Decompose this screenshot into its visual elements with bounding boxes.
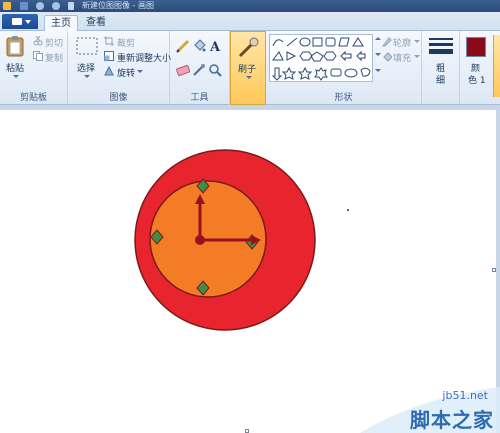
clipboard-group-label: 剪贴板 [19, 93, 47, 103]
site-watermark: jb51.net 脚本之家 [360, 387, 500, 433]
copy-button[interactable]: 复制 [45, 51, 63, 64]
shapes-group-label: 形状 [334, 93, 353, 103]
rotate-dropdown-icon[interactable] [137, 70, 143, 73]
paint-app-icon[interactable] [3, 2, 11, 10]
paint-menu-button[interactable] [2, 14, 38, 29]
resize-handle-right[interactable] [492, 268, 496, 272]
cut-icon[interactable] [33, 36, 43, 46]
tab-home[interactable]: 主页 [44, 15, 78, 31]
shapes-gallery[interactable] [269, 34, 373, 82]
copy-icon[interactable] [33, 51, 43, 61]
outline-icon[interactable] [382, 37, 392, 47]
color-picker-icon[interactable] [192, 63, 206, 77]
brush-icon[interactable] [236, 36, 260, 60]
save-icon[interactable] [20, 2, 28, 10]
resize-handle-bottom[interactable] [245, 429, 249, 433]
drawing-canvas[interactable] [0, 110, 496, 433]
fill-dropdown-icon[interactable] [414, 55, 420, 58]
paste-icon[interactable] [6, 35, 24, 57]
chevron-down-icon [25, 20, 31, 24]
fill-button[interactable]: 填充 [393, 51, 411, 64]
fill-bucket-icon[interactable] [192, 39, 206, 53]
select-label[interactable]: 选择 [77, 61, 95, 74]
cut-button[interactable]: 剪切 [45, 36, 63, 49]
crop-button[interactable]: 裁剪 [117, 36, 135, 49]
shapes-scroll-up-icon[interactable] [375, 37, 381, 40]
image-group-label: 图像 [109, 93, 128, 103]
paste-label[interactable]: 粘贴 [6, 61, 24, 74]
window-title: 新建位图图像 - 画图 [82, 1, 154, 10]
color1-label-line2[interactable]: 色 1 [468, 73, 486, 86]
fill-icon[interactable] [382, 52, 392, 62]
rotate-icon[interactable] [104, 66, 114, 76]
stray-dot [347, 209, 349, 211]
ribbon-tab-row: 主页 查看 [0, 12, 500, 31]
brushes-group: 刷子 [230, 31, 266, 105]
tools-group-label: 工具 [190, 93, 209, 103]
pencil-icon[interactable] [176, 39, 190, 53]
ribbon-toolbar: 粘贴 剪切 复制 剪贴板 选择 裁剪 重新调整大小 旋转 图像 A 工具 刷子 … [0, 31, 500, 105]
brushes-button[interactable]: 刷子 [238, 62, 256, 75]
crop-icon[interactable] [104, 36, 114, 46]
clipboard-group: 粘贴 剪切 复制 剪贴板 [0, 31, 68, 105]
title-bar: 新建位图图像 - 画图 [0, 0, 500, 12]
shapes-group: 轮廓 填充 形状 [266, 31, 422, 105]
rotate-button[interactable]: 旋转 [117, 66, 135, 79]
outline-button[interactable]: 轮廓 [393, 36, 411, 49]
document-icon [12, 18, 22, 25]
select-icon[interactable] [76, 37, 98, 55]
size-label-bottom[interactable]: 细 [436, 73, 445, 86]
svg-text:A: A [209, 40, 221, 53]
undo-icon[interactable] [36, 2, 44, 10]
tab-view[interactable]: 查看 [80, 15, 112, 31]
select-dropdown-icon[interactable] [84, 75, 90, 78]
line-size-icon[interactable] [429, 37, 453, 55]
image-group: 选择 裁剪 重新调整大小 旋转 图像 [68, 31, 171, 105]
resize-icon[interactable] [104, 51, 114, 61]
quick-access-dropdown-icon[interactable] [68, 2, 74, 10]
clock-center [195, 235, 205, 245]
color2-swatch-edge[interactable] [493, 35, 500, 97]
color1-group: 颜 色 1 [460, 31, 492, 105]
resize-button[interactable]: 重新调整大小 [117, 51, 171, 64]
paste-dropdown-icon[interactable] [13, 75, 19, 78]
tools-group: A 工具 [170, 31, 230, 105]
outline-dropdown-icon[interactable] [414, 40, 420, 43]
redo-icon[interactable] [52, 2, 60, 10]
watermark-url: jb51.net [442, 389, 488, 402]
shapes-expand-icon[interactable] [375, 69, 381, 72]
shapes-scroll-down-icon[interactable] [375, 53, 381, 56]
color1-swatch[interactable] [466, 37, 486, 57]
magnifier-icon[interactable] [208, 63, 222, 77]
brushes-dropdown-icon[interactable] [246, 76, 252, 79]
eraser-icon[interactable] [176, 63, 190, 77]
text-tool-icon[interactable]: A [208, 39, 222, 53]
clock-drawing [134, 149, 349, 331]
watermark-name: 脚本之家 [410, 408, 494, 432]
size-group: 粗 细 [422, 31, 460, 105]
